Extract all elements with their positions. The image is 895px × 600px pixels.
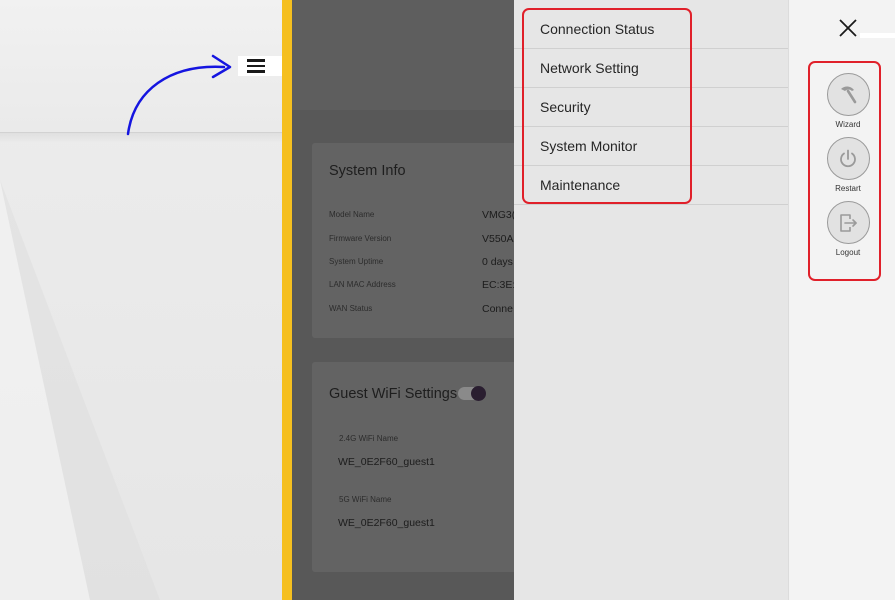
system-uptime-label: System Uptime xyxy=(329,257,384,266)
guest-wifi-toggle[interactable] xyxy=(458,386,486,401)
wan-status-value: Conne xyxy=(482,303,513,315)
restart-label: Restart xyxy=(835,184,861,193)
toggle-knob xyxy=(471,386,486,401)
firmware-version-label: Firmware Version xyxy=(329,234,392,243)
menu-item-maintenance[interactable]: Maintenance xyxy=(514,166,788,205)
menu-item-connection-status[interactable]: Connection Status xyxy=(514,10,788,49)
logout-button[interactable]: Logout xyxy=(826,201,870,257)
power-icon xyxy=(826,137,870,180)
wifi-5g-value: WE_0E2F60_guest1 xyxy=(338,517,435,529)
wifi-24g-label: 2.4G WiFi Name xyxy=(339,434,399,443)
wan-status-label: WAN Status xyxy=(329,304,373,313)
wifi-24g-value: WE_0E2F60_guest1 xyxy=(338,456,435,468)
firmware-version-value: V550A xyxy=(482,233,514,245)
close-icon[interactable] xyxy=(837,17,859,39)
restart-button[interactable]: Restart xyxy=(826,137,870,193)
system-uptime-value: 0 days xyxy=(482,256,513,268)
split-divider xyxy=(282,0,292,600)
menu-item-network-setting[interactable]: Network Setting xyxy=(514,49,788,88)
lan-mac-value: EC:3E: xyxy=(482,279,516,291)
model-name-label: Model Name xyxy=(329,210,375,219)
logout-icon xyxy=(826,201,870,244)
menu-item-system-monitor[interactable]: System Monitor xyxy=(514,127,788,166)
guest-wifi-title: Guest WiFi Settings xyxy=(329,386,458,402)
wifi-5g-label: 5G WiFi Name xyxy=(339,495,392,504)
menu-list: Connection Status Network Setting Securi… xyxy=(514,10,788,205)
wizard-wand-icon xyxy=(826,73,870,116)
close-backdrop xyxy=(860,33,895,38)
menu-item-security[interactable]: Security xyxy=(514,88,788,127)
wizard-label: Wizard xyxy=(835,120,861,129)
menu-drawer: Connection Status Network Setting Securi… xyxy=(514,0,788,600)
lan-mac-label: LAN MAC Address xyxy=(329,280,396,289)
logout-label: Logout xyxy=(835,248,861,257)
model-name-value: VMG3( xyxy=(482,209,516,221)
arrow-annotation-icon xyxy=(126,54,232,136)
wizard-button[interactable]: Wizard xyxy=(826,73,870,129)
system-info-title: System Info xyxy=(329,163,406,179)
